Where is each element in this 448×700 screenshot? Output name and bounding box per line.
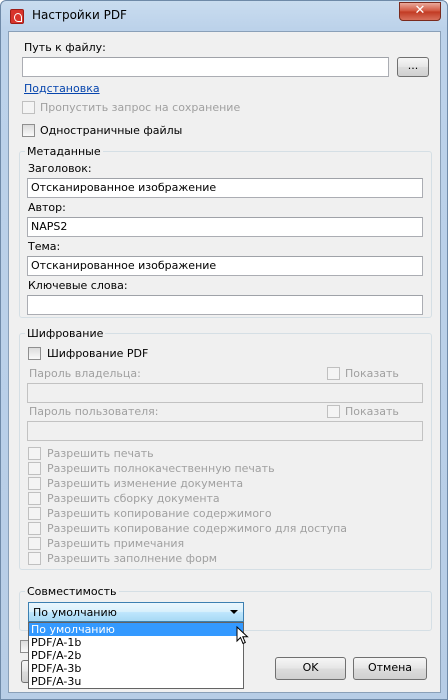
keywords-label: Ключевые слова: (28, 279, 128, 292)
keywords-input[interactable] (27, 295, 423, 315)
encrypt-pdf-label: Шифрование PDF (47, 347, 149, 360)
permission-checkbox[interactable] (28, 507, 41, 520)
user-password-input[interactable] (27, 421, 423, 441)
path-input[interactable] (22, 57, 389, 77)
show-owner-password-label: Показать (345, 367, 399, 380)
compatibility-dropdown-list: По умолчанию PDF/A-1b PDF/A-2b PDF/A-3b PDF/… (28, 622, 244, 689)
path-label: Путь к файлу: (24, 41, 106, 54)
skip-save-prompt-label: Пропустить запрос на сохранение (40, 101, 241, 114)
encryption-group-title: Шифрование (25, 327, 106, 340)
show-user-password-checkbox[interactable] (327, 405, 340, 418)
close-button[interactable]: ✕ (399, 2, 441, 21)
metadata-group-title: Метаданные (25, 145, 103, 158)
compatibility-group-title: Совместимость (25, 585, 119, 598)
permission-checkbox[interactable] (28, 462, 41, 475)
permission-label: Разрешить изменение документа (47, 477, 244, 490)
subject-label: Тема: (28, 240, 61, 253)
skip-save-prompt-checkbox[interactable] (22, 101, 35, 114)
user-password-label: Пароль пользователя: (29, 405, 159, 418)
compatibility-option[interactable]: PDF/A-2b (29, 649, 243, 662)
compatibility-option[interactable]: PDF/A-1b (29, 636, 243, 649)
permission-label: Разрешить заполнение форм (47, 552, 218, 565)
permission-checkbox[interactable] (28, 477, 41, 490)
owner-password-label: Пароль владельца: (29, 367, 141, 380)
mouse-cursor-icon (236, 626, 249, 645)
single-page-files-checkbox[interactable] (22, 124, 35, 137)
permission-checkbox[interactable] (28, 552, 41, 565)
show-owner-password-checkbox[interactable] (327, 367, 340, 380)
permission-checkbox[interactable] (28, 447, 41, 460)
encrypt-pdf-checkbox[interactable] (28, 347, 41, 360)
cancel-button[interactable]: Отмена (353, 657, 427, 680)
title-bar: Настройки PDF ✕ (1, 1, 447, 31)
dialog-content: Путь к файлу: ... Подстановка Пропустить… (8, 31, 441, 693)
permission-checkbox[interactable] (28, 537, 41, 550)
title-label: Заголовок: (28, 162, 92, 175)
permission-label: Разрешить полнокачественную печать (47, 462, 275, 475)
compatibility-option[interactable]: По умолчанию (29, 623, 243, 636)
permission-label: Разрешить копирование содержимого для до… (47, 522, 348, 535)
browse-button[interactable]: ... (397, 57, 429, 77)
permission-checkbox[interactable] (28, 492, 41, 505)
permission-checkbox[interactable] (28, 522, 41, 535)
permission-label: Разрешить сборку документа (47, 492, 220, 505)
permission-label: Разрешить копирование содержимого (47, 507, 272, 520)
permission-label: Разрешить примечания (47, 537, 185, 550)
compatibility-selected-value: По умолчанию (33, 606, 117, 619)
dropdown-arrow-icon (230, 610, 238, 614)
substitution-link[interactable]: Подстановка (24, 82, 100, 95)
dialog-window: Настройки PDF ✕ Путь к файлу: ... Подста… (0, 0, 448, 700)
subject-input[interactable]: Отсканированное изображение (27, 256, 423, 276)
window-title: Настройки PDF (32, 8, 127, 22)
compatibility-option[interactable]: PDF/A-3u (29, 675, 243, 688)
pdf-icon (10, 9, 24, 24)
compatibility-option[interactable]: PDF/A-3b (29, 662, 243, 675)
owner-password-input[interactable] (27, 383, 423, 403)
show-user-password-label: Показать (345, 405, 399, 418)
title-input[interactable]: Отсканированное изображение (27, 178, 423, 198)
compatibility-select[interactable]: По умолчанию (28, 602, 244, 622)
ok-button[interactable]: OK (275, 657, 346, 680)
author-input[interactable]: NAPS2 (27, 217, 423, 237)
permission-label: Разрешить печать (47, 447, 154, 460)
author-label: Автор: (28, 201, 66, 214)
single-page-files-label: Одностраничные файлы (40, 124, 183, 137)
